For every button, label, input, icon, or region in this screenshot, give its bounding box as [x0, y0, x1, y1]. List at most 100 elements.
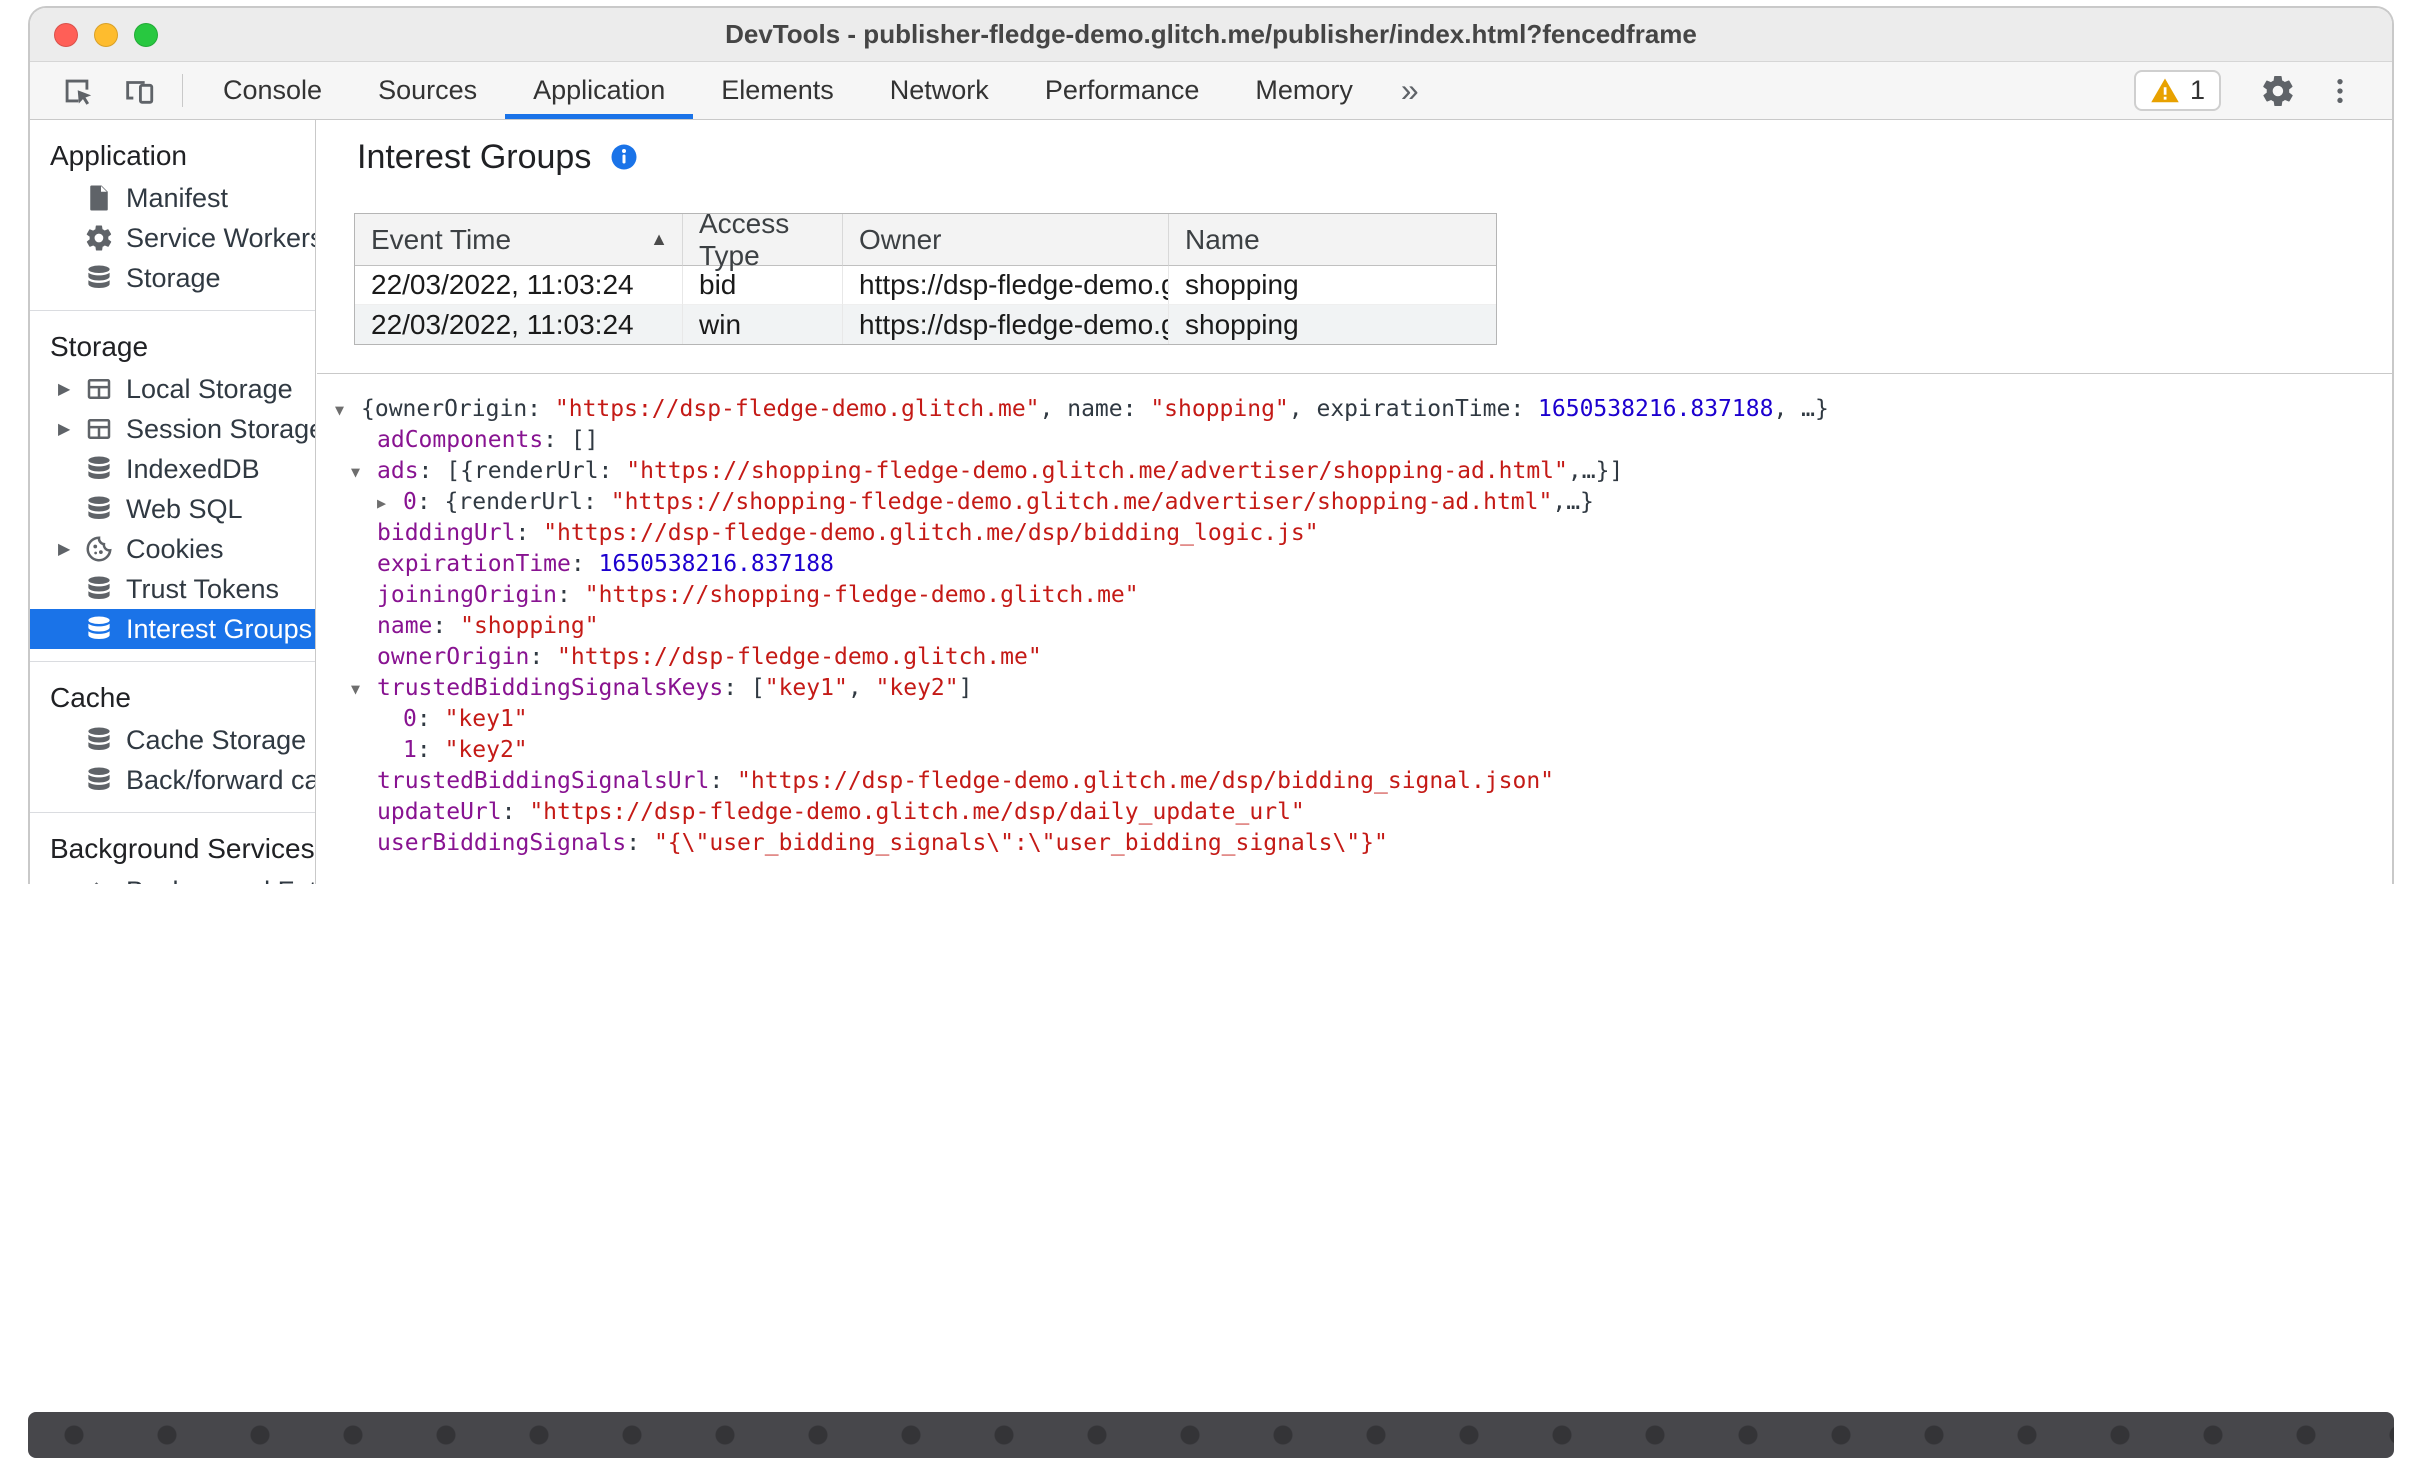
inspect-element-button[interactable] [46, 62, 108, 119]
sidebar-item-indexeddb[interactable]: IndexedDB [30, 449, 315, 489]
tree-text: 1 [403, 737, 417, 763]
window-title: DevTools - publisher-fledge-demo.glitch.… [725, 19, 1697, 49]
application-sidebar: Application Manifest Service Workers Sto… [30, 120, 316, 884]
fetch-arrow-icon [84, 876, 114, 884]
inspect-cursor-icon [60, 74, 94, 108]
cell-access-type: win [683, 305, 843, 344]
tree-line[interactable]: ▼ {ownerOrigin: "https://dsp-fledge-demo.… [317, 394, 2392, 425]
tab-sources[interactable]: Sources [350, 62, 505, 119]
tree-line: trustedBiddingSignalsUrl: "https://dsp-f… [317, 766, 2392, 797]
tree-text: : [529, 644, 558, 670]
column-label: Name [1185, 223, 1260, 255]
sort-asc-icon[interactable]: ▲ [650, 229, 668, 250]
section-header: Storage [50, 331, 149, 362]
tree-line: name: "shopping" [317, 611, 2392, 642]
close-window-button[interactable] [54, 22, 78, 47]
sidebar-item-label: Cache Storage [126, 724, 307, 755]
sidebar-item-manifest[interactable]: Manifest [30, 178, 315, 218]
device-toolbar-icon [122, 74, 156, 108]
tree-text: : [ [723, 675, 765, 701]
toggle-device-toolbar-button[interactable] [108, 62, 170, 119]
cell-owner: https://dsp-fledge-demo.gl… [843, 266, 1169, 305]
tree-line[interactable]: ▼ trustedBiddingSignalsKeys: ["key1", "ke… [317, 673, 2392, 704]
tree-text: "https://dsp-fledge-demo.glitch.me" [557, 644, 1042, 670]
tab-network[interactable]: Network [862, 62, 1017, 119]
tree-text: "key1" [444, 706, 528, 732]
sidebar-item-cookies[interactable]: ▶ Cookies [30, 529, 315, 569]
chevron-right-icon[interactable]: ▶ [58, 379, 70, 399]
zoom-window-button[interactable] [134, 22, 158, 47]
column-header-owner[interactable]: Owner [843, 214, 1169, 266]
column-header-name[interactable]: Name [1169, 214, 1496, 266]
disclosure-expanded-icon[interactable]: ▼ [351, 674, 377, 704]
toolbar-separator [182, 74, 183, 107]
dock-strip [28, 1412, 2394, 1458]
tree-text: : [416, 737, 445, 763]
sidebar-item-label: Trust Tokens [126, 573, 280, 604]
more-options-button[interactable] [2310, 75, 2370, 107]
sidebar-item-local-storage[interactable]: ▶ Local Storage [30, 369, 315, 409]
chevron-right-icon[interactable]: ▶ [58, 419, 70, 439]
chevron-right-icon[interactable]: ▶ [58, 539, 70, 559]
section-header: Cache [50, 682, 131, 713]
tree-text: ads [377, 458, 419, 484]
sidebar-section-background-services: Background Services Background Fetch [30, 813, 315, 884]
tab-memory[interactable]: Memory [1227, 62, 1381, 119]
database-icon [84, 614, 114, 644]
tab-performance[interactable]: Performance [1017, 62, 1228, 119]
interest-groups-table: Event Time ▲ Access Type Owner Name 22/0… [354, 208, 1497, 345]
tree-line[interactable]: ▶ 0: {renderUrl: "https://shopping-fledge… [317, 487, 2392, 518]
sidebar-item-label: Storage [126, 262, 221, 293]
cell-event-time: 22/03/2022, 11:03:24 [355, 266, 683, 305]
sidebar-item-label: IndexedDB [126, 453, 260, 484]
tree-text: "shopping" [460, 613, 599, 639]
sidebar-item-storage[interactable]: Storage [30, 258, 315, 298]
cookie-icon [84, 534, 114, 564]
sidebar-item-label: Background Fetch [126, 876, 315, 885]
panel-divider [317, 373, 2392, 374]
section-header: Application [50, 140, 187, 171]
sidebar-item-cache-storage[interactable]: Cache Storage [30, 720, 315, 760]
tree-text: : [416, 706, 445, 732]
tree-text: "https://dsp-fledge-demo.glitch.me/dsp/d… [529, 799, 1305, 825]
issues-warning-badge[interactable]: 1 [2133, 70, 2221, 111]
tree-text: 1650538216.837188 [598, 551, 834, 577]
tab-console[interactable]: Console [195, 62, 350, 119]
tree-text: , [847, 675, 876, 701]
tree-text: "https://dsp-fledge-demo.glitch.me/dsp/b… [737, 768, 1555, 794]
disclosure-expanded-icon[interactable]: ▼ [335, 395, 361, 425]
tab-elements[interactable]: Elements [693, 62, 862, 119]
sidebar-item-interest-groups[interactable]: Interest Groups [30, 609, 315, 649]
interest-groups-panel: Interest Groups Event Time ▲ Access Type… [317, 120, 2392, 884]
sidebar-item-label: Manifest [126, 182, 229, 213]
tree-text: : [557, 582, 585, 608]
tree-line: expirationTime: 1650538216.837188 [317, 549, 2392, 580]
column-header-access-type[interactable]: Access Type [683, 208, 843, 271]
sidebar-item-label: Web SQL [126, 493, 243, 524]
tab-application[interactable]: Application [505, 62, 694, 119]
more-tabs-button[interactable]: » [1381, 62, 1439, 119]
tree-line: updateUrl: "https://dsp-fledge-demo.glit… [317, 797, 2392, 828]
tree-line: adComponents: [] [317, 425, 2392, 456]
tree-text: "https://dsp-fledge-demo.glitch.me/dsp/b… [543, 520, 1319, 546]
database-icon [84, 765, 114, 795]
tree-line[interactable]: ▼ ads: [{renderUrl: "https://shopping-fle… [317, 456, 2392, 487]
sidebar-item-label: Cookies [126, 533, 224, 564]
sidebar-item-session-storage[interactable]: ▶ Session Storage [30, 409, 315, 449]
settings-button[interactable] [2246, 73, 2310, 109]
tree-text: : [501, 799, 530, 825]
sidebar-section-storage: Storage ▶ Local Storage ▶ Session Storag… [30, 311, 315, 662]
sidebar-item-web-sql[interactable]: Web SQL [30, 489, 315, 529]
tree-text: name [377, 613, 433, 639]
info-icon[interactable] [609, 142, 639, 172]
disclosure-expanded-icon[interactable]: ▼ [351, 457, 377, 487]
minimize-window-button[interactable] [94, 22, 118, 47]
sidebar-section-application: Application Manifest Service Workers Sto… [30, 120, 315, 311]
sidebar-item-back-forward-cache[interactable]: Back/forward cache [30, 760, 315, 800]
sidebar-item-background-fetch[interactable]: Background Fetch [30, 871, 315, 884]
database-icon [84, 263, 114, 293]
disclosure-collapsed-icon[interactable]: ▶ [377, 488, 403, 518]
column-header-event-time[interactable]: Event Time ▲ [355, 214, 683, 266]
sidebar-item-service-workers[interactable]: Service Workers [30, 218, 315, 258]
sidebar-item-trust-tokens[interactable]: Trust Tokens [30, 569, 315, 609]
